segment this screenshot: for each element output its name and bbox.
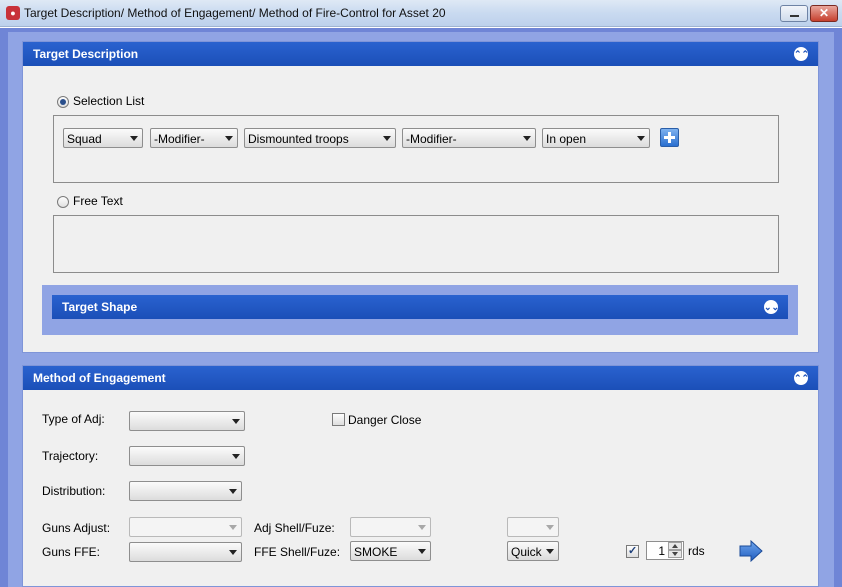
chevron-down-icon — [418, 525, 426, 530]
chevron-down-icon — [229, 525, 237, 530]
chevron-down-icon — [130, 136, 138, 141]
chevron-down-icon — [637, 136, 645, 141]
free-text-input[interactable] — [53, 215, 779, 273]
plus-icon[interactable] — [660, 128, 679, 147]
chevron-down-icon — [383, 136, 391, 141]
guns-adjust-label: Guns Adjust: — [42, 521, 111, 535]
chevron-down-icon — [229, 489, 237, 494]
ffe-fuze-combo[interactable]: Quick — [507, 541, 559, 561]
chevron-down-icon — [232, 419, 240, 424]
trajectory-label: Trajectory: — [42, 449, 99, 463]
window-client: Target Description ⌃⌃ Selection List Squ… — [0, 28, 842, 587]
selection-list-box: Squad -Modifier- Dismounted troops -Modi… — [53, 115, 779, 183]
collapse-up-icon[interactable]: ⌃⌃ — [794, 47, 809, 61]
target-description-panel: Target Description ⌃⌃ Selection List Squ… — [22, 41, 819, 353]
chevron-down-icon — [229, 550, 237, 555]
chevron-down-icon — [418, 549, 426, 554]
guns-adjust-combo[interactable] — [129, 517, 242, 537]
target-description-header[interactable]: Target Description ⌃⌃ — [23, 42, 818, 66]
selection-list-radio[interactable] — [57, 96, 69, 108]
danger-close-label: Danger Close — [348, 413, 422, 427]
type-of-adj-combo[interactable] — [129, 411, 245, 431]
guns-ffe-label: Guns FFE: — [42, 545, 101, 559]
chevron-down-icon — [523, 136, 531, 141]
target-shape-title: Target Shape — [62, 300, 138, 314]
spin-down-icon[interactable] — [668, 550, 682, 558]
adj-fuze-combo[interactable] — [507, 517, 559, 537]
ffe-shell-combo[interactable]: SMOKE — [350, 541, 431, 561]
distribution-combo[interactable] — [129, 481, 242, 501]
modifier-combo-2[interactable]: -Modifier- — [402, 128, 536, 148]
trajectory-combo[interactable] — [129, 446, 245, 466]
app-icon: ● — [6, 6, 20, 20]
arrow-right-icon[interactable] — [739, 540, 763, 562]
modifier-combo-1[interactable]: -Modifier- — [150, 128, 238, 148]
danger-close-checkbox[interactable] — [332, 413, 345, 426]
rds-checkbox[interactable]: ✓ — [626, 545, 639, 558]
method-of-engagement-header[interactable]: Method of Engagement ⌃⌃ — [23, 366, 818, 390]
chevron-down-icon — [232, 454, 240, 459]
chevron-down-icon — [546, 549, 554, 554]
location-combo[interactable]: In open — [542, 128, 650, 148]
spin-up-icon[interactable] — [668, 542, 682, 550]
rds-label: rds — [688, 544, 705, 558]
ffe-shell-fuze-label: FFE Shell/Fuze: — [254, 545, 341, 559]
checkmark-icon: ✓ — [628, 545, 638, 557]
target-shape-header[interactable]: Target Shape ⌄⌄ — [52, 295, 788, 319]
window-title: Target Description/ Method of Engagement… — [24, 6, 446, 20]
close-button[interactable]: ✕ — [810, 5, 838, 22]
chevron-down-icon — [225, 136, 233, 141]
adj-shell-fuze-label: Adj Shell/Fuze: — [254, 521, 335, 535]
expand-down-icon[interactable]: ⌄⌄ — [764, 300, 779, 314]
adj-shell-combo[interactable] — [350, 517, 431, 537]
close-icon: ✕ — [818, 6, 830, 20]
target-type-combo[interactable]: Dismounted troops — [244, 128, 396, 148]
rds-spinner[interactable]: 1 — [646, 541, 684, 560]
minimize-button[interactable] — [780, 5, 808, 22]
unit-combo[interactable]: Squad — [63, 128, 143, 148]
title-bar: ● Target Description/ Method of Engageme… — [0, 0, 842, 27]
method-of-engagement-title: Method of Engagement — [33, 371, 166, 385]
distribution-label: Distribution: — [42, 484, 106, 498]
target-description-title: Target Description — [33, 47, 139, 61]
chevron-down-icon — [546, 525, 554, 530]
guns-ffe-combo[interactable] — [129, 542, 242, 562]
collapse-up-icon[interactable]: ⌃⌃ — [794, 371, 809, 385]
type-of-adj-label: Type of Adj: — [42, 412, 105, 426]
method-of-engagement-panel: Method of Engagement ⌃⌃ Type of Adj: Dan… — [22, 365, 819, 587]
selection-list-label: Selection List — [73, 94, 145, 108]
rds-value: 1 — [658, 544, 665, 558]
target-shape-frame: Target Shape ⌄⌄ — [42, 285, 798, 335]
free-text-label: Free Text — [73, 194, 123, 208]
free-text-radio[interactable] — [57, 196, 69, 208]
